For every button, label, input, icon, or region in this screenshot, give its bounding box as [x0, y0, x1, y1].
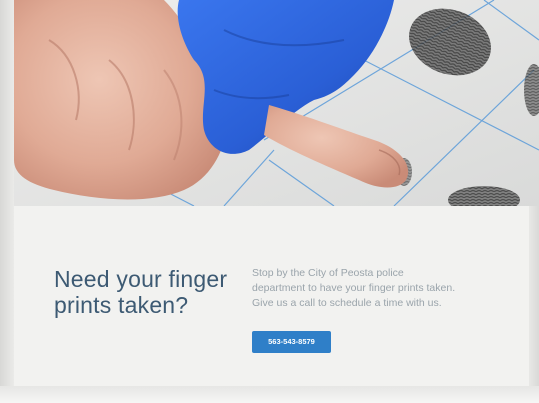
screen-frame: Need your finger prints taken? Stop by t…: [0, 0, 539, 403]
headline-column: Need your finger prints taken?: [54, 266, 234, 318]
monitor-bezel-bottom: [0, 386, 539, 403]
phone-call-button[interactable]: 563-543-8579: [252, 331, 331, 353]
info-section: Need your finger prints taken? Stop by t…: [14, 206, 529, 386]
fingerprint-photo-illustration: [14, 0, 539, 206]
section-headline: Need your finger prints taken?: [54, 266, 228, 318]
section-description: Stop by the City of Peosta police depart…: [252, 267, 456, 309]
hero-image: [14, 0, 539, 206]
monitor-bezel-left: [0, 0, 14, 403]
monitor-bezel-right: [529, 206, 539, 403]
description-column: Stop by the City of Peosta police depart…: [252, 266, 457, 353]
